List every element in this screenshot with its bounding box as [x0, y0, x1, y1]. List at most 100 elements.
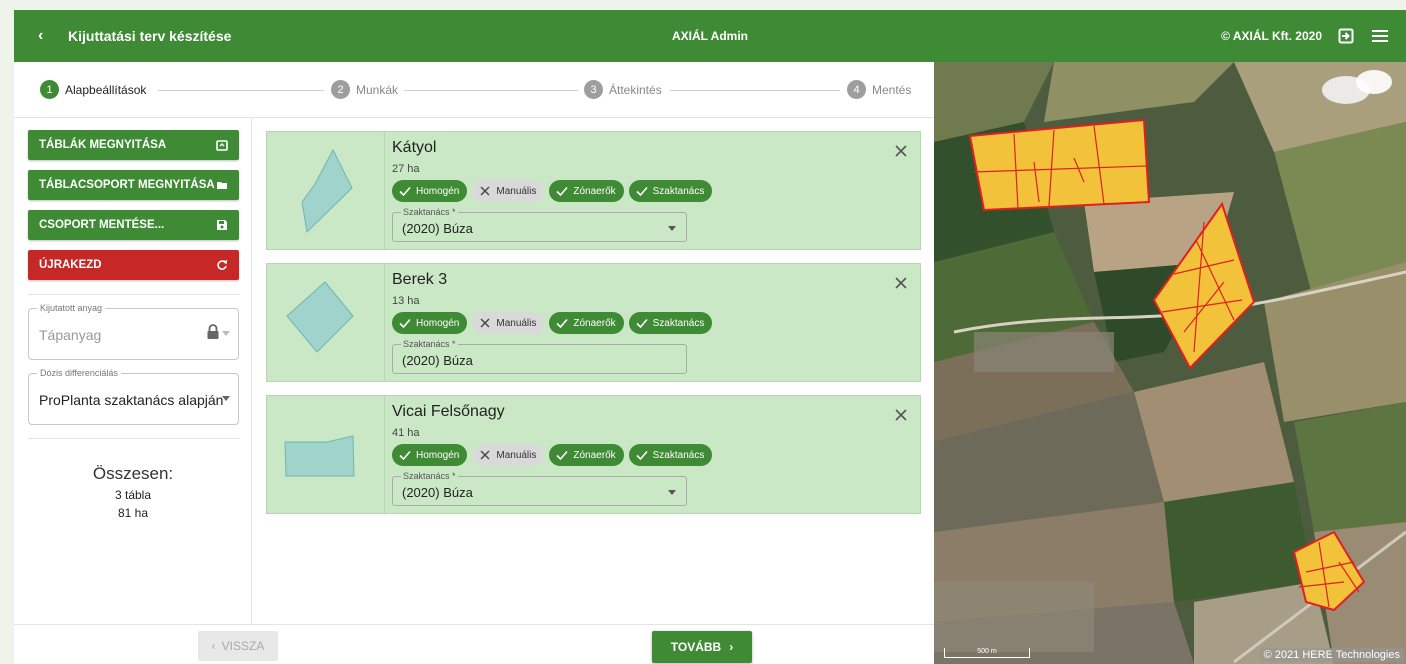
- folder-open-icon: [217, 182, 227, 189]
- field-polygon-katyol: [968, 118, 1151, 212]
- field-shape-thumbnail: [267, 396, 385, 513]
- close-icon[interactable]: [894, 408, 908, 422]
- select-value: (2020) Búza: [402, 221, 473, 236]
- field-card-list: Kátyol 27 ha Homogén Manuális Zónaerők S…: [252, 118, 934, 624]
- field-label: Dózis differenciálás: [37, 368, 121, 378]
- chip-label: Manuális: [496, 449, 537, 461]
- field-value: ProPlanta szaktanács alapján: [39, 392, 224, 408]
- open-fields-button[interactable]: TÁBLÁK MEGNYITÁSA: [28, 130, 239, 160]
- dropdown-arrow-icon: [222, 331, 230, 336]
- x-icon: [480, 186, 490, 196]
- field-card: Berek 3 13 ha Homogén Manuális Zónaerők …: [266, 263, 921, 382]
- chevron-left-icon: ‹: [211, 639, 216, 653]
- field-area: 13 ha: [392, 295, 420, 307]
- material-select[interactable]: Kijutatott anyag Tápanyag: [28, 303, 239, 360]
- field-shape-thumbnail: [267, 264, 385, 381]
- button-label: TÁBLACSOPORT MEGNYITÁSA: [39, 179, 215, 191]
- button-label: CSOPORT MENTÉSE...: [39, 219, 165, 231]
- divider: [28, 294, 239, 295]
- chip-label: Szaktanács: [652, 317, 705, 329]
- dropdown-arrow-icon: [668, 226, 676, 231]
- close-icon[interactable]: [894, 276, 908, 290]
- button-label: ÚJRAKEZD: [39, 259, 102, 271]
- copyright-text: © AXIÁL Kft. 2020: [1221, 29, 1322, 43]
- chip-homogen[interactable]: Homogén: [392, 180, 468, 202]
- chip-label: Manuális: [496, 185, 537, 197]
- step-label: Alapbeállítások: [65, 82, 147, 97]
- method-chips: Homogén Manuális Zónaerők Szaktanács: [392, 312, 713, 334]
- advice-select[interactable]: Szaktanács * (2020) Búza: [392, 339, 687, 374]
- field-card: Kátyol 27 ha Homogén Manuális Zónaerők S…: [266, 131, 921, 250]
- check-icon: [636, 450, 648, 461]
- total-field-count: 3 tábla: [114, 488, 152, 502]
- chip-zonaerok[interactable]: Zónaerők: [549, 444, 624, 466]
- chip-szaktanacs[interactable]: Szaktanács: [628, 312, 713, 334]
- save-group-button[interactable]: CSOPORT MENTÉSE...: [28, 210, 239, 240]
- chip-label: Zónaerők: [573, 317, 616, 329]
- check-icon: [556, 318, 568, 329]
- step-label: Áttekintés: [609, 82, 662, 97]
- step-3[interactable]: 3 Áttekintés: [584, 80, 662, 99]
- chip-label: Zónaerők: [573, 449, 616, 461]
- satellite-map[interactable]: 500 m © 2021 HERE Technologies: [934, 62, 1406, 664]
- map-scale: 500 m: [944, 648, 1030, 658]
- step-1[interactable]: 1 Alapbeállítások: [40, 80, 146, 99]
- dose-differentiation-select[interactable]: Dózis differenciálás ProPlanta szaktanác…: [28, 368, 239, 425]
- top-bar-right: © AXIÁL Kft. 2020: [1221, 10, 1390, 62]
- method-chips: Homogén Manuális Zónaerők Szaktanács: [392, 180, 713, 202]
- field-area: 27 ha: [392, 163, 420, 175]
- step-connector: [404, 90, 578, 91]
- stepper: 1 Alapbeállítások 2 Munkák 3 Áttekintés …: [14, 62, 934, 118]
- step-connector: [158, 90, 324, 91]
- select-value: (2020) Búza: [402, 485, 473, 500]
- field-value: Tápanyag: [39, 327, 102, 343]
- open-field-group-button[interactable]: TÁBLACSOPORT MEGNYITÁSA: [28, 170, 239, 200]
- chip-zonaerok[interactable]: Zónaerők: [549, 312, 624, 334]
- next-button[interactable]: TOVÁBB ›: [652, 631, 752, 663]
- lock-icon: [207, 324, 219, 339]
- chevron-right-icon: ›: [729, 640, 734, 654]
- check-icon: [399, 186, 411, 197]
- bottom-bar: ‹ VISSZA TOVÁBB ›: [14, 624, 934, 664]
- field-shape-thumbnail: [267, 132, 385, 249]
- chip-homogen[interactable]: Homogén: [392, 312, 468, 334]
- chip-label: Manuális: [496, 317, 537, 329]
- step-connector: [670, 90, 840, 91]
- restart-button[interactable]: ÚJRAKEZD: [28, 250, 239, 280]
- chip-label: Homogén: [416, 185, 460, 197]
- page-title: Kijuttatási terv készítése: [68, 28, 232, 44]
- chip-manualis[interactable]: Manuális: [472, 312, 545, 334]
- check-icon: [399, 318, 411, 329]
- chip-homogen[interactable]: Homogén: [392, 444, 468, 466]
- open-box-icon: [216, 140, 228, 151]
- step-4[interactable]: 4 Mentés: [847, 80, 911, 99]
- button-label: VISSZA: [221, 639, 265, 653]
- chip-zonaerok[interactable]: Zónaerők: [549, 180, 624, 202]
- select-label: Szaktanács *: [401, 207, 458, 217]
- chip-label: Homogén: [416, 317, 460, 329]
- chip-label: Szaktanács: [652, 449, 705, 461]
- advice-select[interactable]: Szaktanács * (2020) Búza: [392, 207, 687, 242]
- chip-szaktanacs[interactable]: Szaktanács: [628, 444, 713, 466]
- chip-label: Homogén: [416, 449, 460, 461]
- logout-icon[interactable]: [1336, 26, 1356, 46]
- check-icon: [636, 318, 648, 329]
- back-button[interactable]: ‹ VISSZA: [198, 631, 278, 661]
- save-icon: [217, 220, 227, 230]
- check-icon: [556, 186, 568, 197]
- chip-szaktanacs[interactable]: Szaktanács: [628, 180, 713, 202]
- back-arrow-icon[interactable]: ‹: [38, 27, 68, 45]
- field-name: Berek 3: [392, 271, 448, 288]
- menu-icon[interactable]: [1370, 26, 1390, 46]
- chip-label: Szaktanács: [652, 185, 705, 197]
- chip-manualis[interactable]: Manuális: [472, 444, 545, 466]
- sidebar: TÁBLÁK MEGNYITÁSA TÁBLACSOPORT MEGNYITÁS…: [14, 118, 252, 624]
- step-2[interactable]: 2 Munkák: [331, 80, 398, 99]
- chip-manualis[interactable]: Manuális: [472, 180, 545, 202]
- x-icon: [480, 450, 490, 460]
- advice-select[interactable]: Szaktanács * (2020) Búza: [392, 471, 687, 506]
- close-icon[interactable]: [894, 144, 908, 158]
- chip-label: Zónaerők: [573, 185, 616, 197]
- check-icon: [636, 186, 648, 197]
- outer-frame-left: [0, 0, 14, 664]
